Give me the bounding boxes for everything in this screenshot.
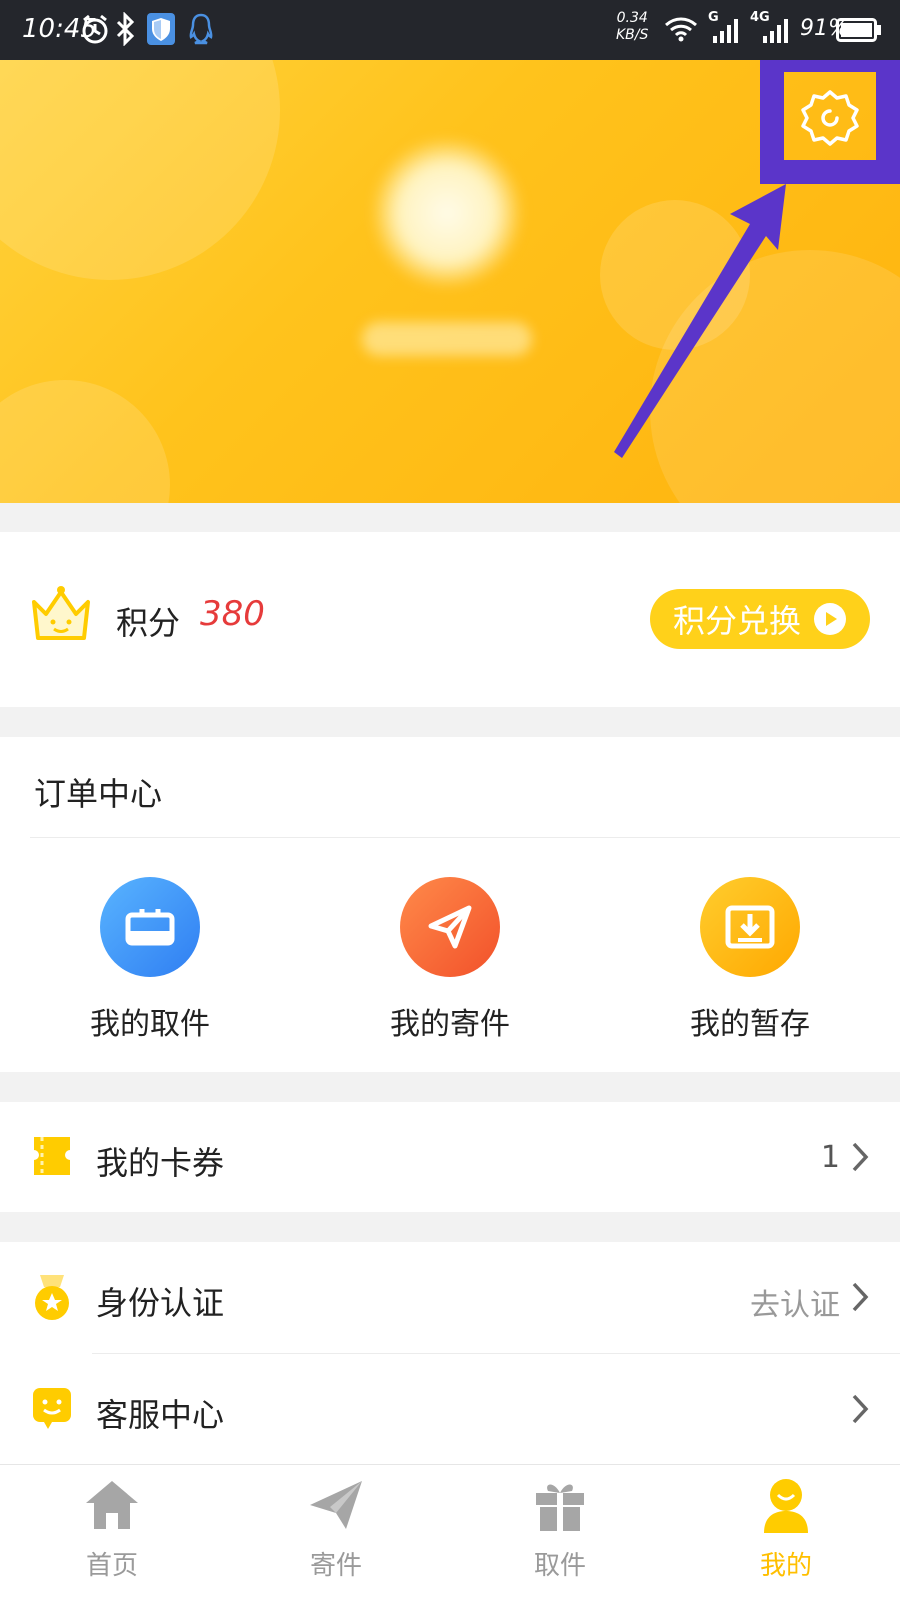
signal-icon (713, 19, 738, 43)
order-center-title: 订单中心 (34, 775, 163, 813)
customer-service-label: 客服中心 (96, 1396, 225, 1434)
chevron-right-icon (852, 1142, 869, 1172)
chevron-right-icon (852, 1282, 869, 1312)
order-send-label: 我的寄件 (390, 1007, 510, 1042)
identity-action: 去认证 (750, 1288, 840, 1323)
gear-icon (801, 90, 859, 146)
points-redeem-label: 积分兑换 (672, 602, 801, 640)
identity-label: 身份认证 (96, 1284, 225, 1322)
user-name (362, 322, 532, 356)
order-pickup-button[interactable]: 我的取件 (50, 877, 250, 1043)
order-storage-button[interactable]: 我的暂存 (650, 877, 850, 1043)
order-center: 订单中心 我的取件 我的寄件 我的暂存 (0, 737, 900, 1072)
gift-icon (536, 1484, 584, 1531)
battery-icon (836, 18, 881, 42)
tab-mine[interactable]: 我的 (706, 1475, 866, 1582)
order-send-button[interactable]: 我的寄件 (350, 877, 550, 1043)
profile-header (0, 60, 900, 503)
points-redeem-button[interactable]: 积分兑换 (650, 589, 870, 649)
tab-send[interactable]: 寄件 (256, 1475, 416, 1582)
tab-send-label: 寄件 (309, 1551, 362, 1581)
avatar[interactable] (372, 138, 522, 288)
tab-mine-label: 我的 (759, 1551, 812, 1581)
inbox-icon (125, 909, 175, 946)
storage-box-icon (725, 905, 775, 949)
decor-bubble (0, 60, 280, 280)
points-label: 积分 (116, 604, 181, 642)
network-speed: 0.34 KB/S (616, 10, 649, 43)
decor-bubble (0, 380, 170, 503)
order-pickup-circle (100, 877, 200, 977)
crown-icon (32, 586, 90, 640)
order-storage-label: 我的暂存 (690, 1007, 810, 1042)
service-face-icon (33, 1388, 71, 1429)
coupons-label: 我的卡券 (96, 1144, 225, 1182)
paper-plane-icon (310, 1481, 362, 1529)
points-card: 积分 380 积分兑换 (0, 532, 900, 707)
tab-pickup[interactable]: 取件 (480, 1475, 640, 1582)
profile-icon (764, 1479, 808, 1533)
coupons-row[interactable]: 我的卡券 1 (0, 1102, 900, 1212)
signal-icon (763, 19, 788, 43)
tab-pickup-label: 取件 (533, 1551, 586, 1581)
paper-plane-icon (428, 905, 472, 949)
coupon-icon (34, 1137, 70, 1175)
home-icon (86, 1481, 138, 1529)
status-bar: 10:45 0.34 KB/S G 4G 91% (0, 0, 900, 60)
points-value: 380 (200, 594, 265, 634)
chevron-right-icon (852, 1394, 869, 1424)
alarm-icon (82, 14, 108, 44)
medal-icon (35, 1275, 69, 1320)
bluetooth-icon (116, 12, 135, 46)
order-send-circle (400, 877, 500, 977)
settings-list: 身份认证 去认证 客服中心 (0, 1242, 900, 1464)
play-icon (814, 603, 846, 635)
tab-home[interactable]: 首页 (32, 1475, 192, 1582)
coupons-count: 1 (820, 1140, 840, 1175)
order-pickup-label: 我的取件 (90, 1007, 210, 1042)
identity-row[interactable]: 身份认证 去认证 (0, 1242, 900, 1352)
tab-home-label: 首页 (85, 1551, 138, 1581)
qq-icon (189, 13, 213, 45)
settings-button[interactable] (784, 76, 876, 160)
bottom-tab-bar: 首页 寄件 取件 我的 (0, 1464, 900, 1600)
wifi-icon (665, 17, 697, 42)
customer-service-row[interactable]: 客服中心 (0, 1354, 900, 1464)
divider (30, 837, 900, 838)
shield-app-icon (147, 13, 175, 45)
annotation-arrow (614, 184, 786, 458)
order-storage-circle (700, 877, 800, 977)
